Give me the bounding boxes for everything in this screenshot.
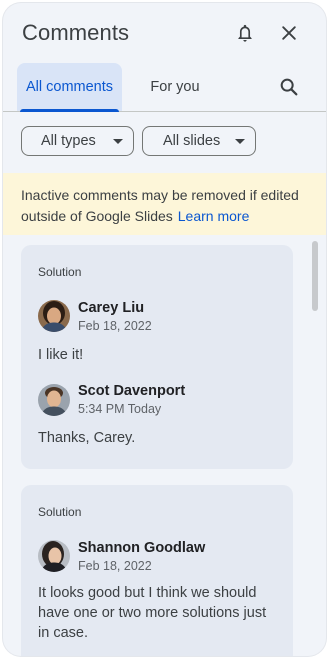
- avatar: [38, 384, 70, 416]
- slide-filter-dropdown[interactable]: All slides: [142, 126, 256, 156]
- comment-list[interactable]: Solution Carey Liu Feb 18, 2022 I like i…: [3, 235, 326, 656]
- person-avatar-icon: [38, 300, 70, 332]
- comment-thread[interactable]: Solution Shannon Goodlaw Feb 18, 2022 It…: [21, 485, 293, 656]
- comment-text: It looks good but I think we should have…: [38, 585, 267, 641]
- caret-down-icon: [113, 139, 123, 144]
- tab-for-you-label: For you: [150, 79, 200, 95]
- slide-filter-label: All slides: [163, 133, 221, 149]
- learn-more-link[interactable]: Learn more: [178, 208, 250, 224]
- inactive-comments-banner: Inactive comments may be removed if edit…: [3, 173, 326, 235]
- bell-icon: [238, 24, 252, 42]
- thread-label: Solution: [38, 265, 82, 279]
- notifications-button[interactable]: [231, 19, 259, 47]
- comment-author: Scot Davenport: [78, 383, 186, 399]
- comment-date: Feb 18, 2022: [78, 559, 152, 573]
- person-avatar-icon: [38, 384, 70, 416]
- comment-author: Carey Liu: [78, 300, 145, 316]
- avatar: [38, 540, 70, 572]
- type-filter-dropdown[interactable]: All types: [21, 126, 134, 156]
- person-avatar-icon: [38, 540, 70, 572]
- comment-date: Feb 18, 2022: [78, 319, 152, 333]
- comment-thread[interactable]: Solution Carey Liu Feb 18, 2022 I like i…: [21, 245, 293, 469]
- tab-for-you[interactable]: For you: [136, 63, 214, 111]
- search-icon: [280, 78, 298, 96]
- scrollbar-thumb[interactable]: [312, 241, 318, 311]
- comment-text: I like it!: [38, 347, 84, 363]
- comments-panel: Comments All comments For you All types: [3, 3, 326, 656]
- tab-all-comments-label: All comments: [25, 79, 114, 95]
- comment-author: Shannon Goodlaw: [78, 540, 206, 556]
- avatar: [38, 300, 70, 332]
- caret-down-icon: [235, 139, 245, 144]
- search-button[interactable]: [275, 73, 303, 101]
- close-icon: [282, 26, 296, 40]
- comment-date: 5:34 PM Today: [78, 402, 162, 416]
- thread-label: Solution: [38, 505, 82, 519]
- filter-bar: All types All slides: [3, 112, 326, 172]
- tab-all-comments[interactable]: All comments: [17, 63, 122, 112]
- panel-header: Comments: [3, 3, 326, 63]
- close-button[interactable]: [275, 19, 303, 47]
- panel-title: Comments: [22, 20, 130, 45]
- banner-text: Inactive comments may be removed if edit…: [21, 187, 299, 224]
- comment-text: Thanks, Carey.: [38, 430, 136, 446]
- type-filter-label: All types: [41, 133, 96, 149]
